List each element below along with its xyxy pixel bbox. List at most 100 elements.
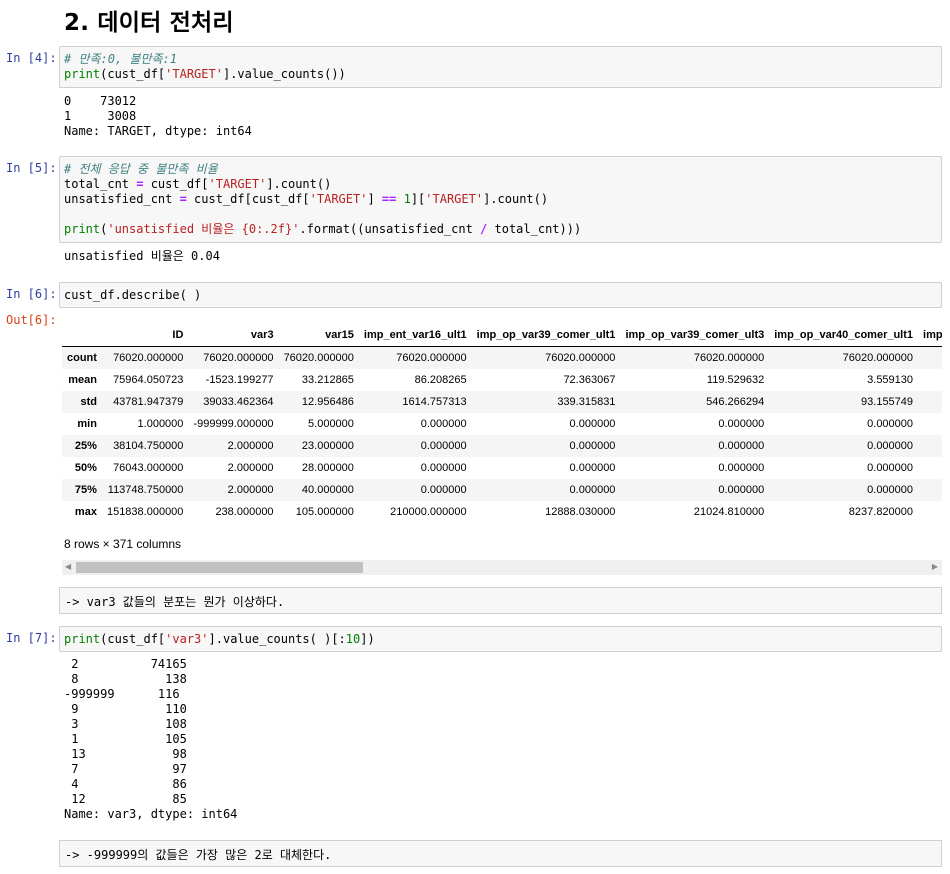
table-header: imp_ (918, 324, 942, 347)
table-header (62, 324, 102, 347)
arrow-right-icon[interactable]: ▶ (932, 562, 938, 571)
table-cell: 76043.000000 (113, 462, 184, 474)
table-cell: 113748.750000 (107, 484, 184, 496)
table-cell: 86.208265 (414, 374, 467, 386)
table-header: imp_ent_var16_ult1 (358, 324, 472, 347)
table-header: ID (101, 324, 189, 347)
output-line: 13 98 (64, 747, 187, 761)
output-line: 3 108 (64, 717, 187, 731)
markdown-cell[interactable]: -> var3 값들의 분포는 뭔가 이상하다. (59, 587, 942, 614)
table-cell: 1.000000 (137, 418, 184, 430)
scrollbar-thumb[interactable] (76, 562, 363, 573)
table-cell: 546.266294 (706, 396, 765, 408)
table-row: min 1.000000 -999999.000000 5.000000 0.00000… (62, 413, 942, 435)
describe-table: ID var3 var15 imp_ent_var16_ult1 imp_op_… (62, 324, 942, 523)
table-cell: 3.559130 (867, 374, 914, 386)
table-cell: 119.529632 (706, 374, 765, 386)
table-cell: 5.000000 (308, 418, 354, 430)
code-line: print(cust_df['var3'].value_counts( )[:1… (64, 632, 375, 646)
describe-table-wrapper: ID var3 var15 imp_ent_var16_ult1 imp_op_… (62, 324, 942, 524)
table-cell: 0.000000 (420, 484, 467, 496)
table-cell: 0.000000 (569, 462, 616, 474)
table-cell: 0.000000 (420, 462, 467, 474)
table-cell (918, 413, 942, 435)
table-cell: 93.155749 (861, 396, 914, 408)
table-cell: 1614.757313 (402, 396, 467, 408)
table-header: imp_op_var39_comer_ult3 (620, 324, 770, 347)
horizontal-scrollbar[interactable]: ◀ ▶ (62, 560, 942, 575)
table-cell: 40.000000 (301, 484, 354, 496)
table-cell: 28.000000 (301, 462, 354, 474)
code-cell-4[interactable]: # 만족:0, 불만족:1 print(cust_df['TARGET'].va… (59, 46, 942, 88)
row-label: 75% (74, 484, 97, 496)
table-row: max 151838.000000 238.000000 105.000000 2100… (62, 501, 942, 523)
output-line: 4 86 (64, 777, 187, 791)
table-header: var15 (278, 324, 359, 347)
table-row: count 76020.000000 76020.000000 76020.00000… (62, 346, 942, 369)
out-prompt-6: Out[6]: (6, 313, 57, 327)
output-line: 2 74165 (64, 657, 187, 671)
cell-prompt-6: In [6]: (6, 287, 57, 301)
code-line: print(cust_df['TARGET'].value_counts()) (64, 67, 346, 81)
output-line: 7 97 (64, 762, 187, 776)
table-cell: 12888.030000 (545, 506, 616, 518)
table-cell: -1523.199277 (205, 374, 274, 386)
table-cell (918, 501, 942, 523)
code-cell-7[interactable]: print(cust_df['var3'].value_counts( )[:1… (59, 626, 942, 652)
cell-output-7: 2 74165 8 138 -999999 116 9 110 3 108 1 1… (64, 657, 237, 822)
cell-output-4: 0 73012 1 3008 Name: TARGET, dtype: int64 (64, 94, 252, 139)
table-cell (918, 457, 942, 479)
table-header: imp_op_var39_comer_ult1 (471, 324, 621, 347)
table-row: 25% 38104.750000 2.000000 23.000000 0.000000… (62, 435, 942, 457)
table-header-row: ID var3 var15 imp_ent_var16_ult1 imp_op_… (62, 324, 942, 347)
code-comment: # 만족:0, 불만족:1 (64, 52, 177, 66)
table-cell: 0.000000 (718, 484, 765, 496)
table-cell: 0.000000 (569, 484, 616, 496)
code-line: print('unsatisfied 비율은 {0:.2f}'.format((… (64, 222, 582, 236)
table-cell: 76020.000000 (693, 352, 765, 364)
code-cell-5[interactable]: # 전체 응답 중 불만족 비율 total_cnt = cust_df['TA… (59, 156, 942, 243)
output-line: 8 138 (64, 672, 187, 686)
row-label: max (74, 506, 97, 518)
output-line: 1 105 (64, 732, 187, 746)
table-cell: 339.315831 (557, 396, 616, 408)
code-comment: # 전체 응답 중 불만족 비율 (64, 162, 218, 176)
table-row: mean 75964.050723 -1523.199277 33.212865 86.… (62, 369, 942, 391)
table-cell: 0.000000 (420, 418, 467, 430)
output-line: 9 110 (64, 702, 187, 716)
markdown-cell[interactable]: -> -999999의 값들은 가장 많은 2로 대체한다. (59, 840, 942, 867)
table-cell: 0.000000 (867, 462, 914, 474)
table-row: std 43781.947379 39033.462364 12.956486 1614… (62, 391, 942, 413)
table-cell (918, 391, 942, 413)
cell-output-5: unsatisfied 비율은 0.04 (64, 249, 220, 263)
output-line: 12 85 (64, 792, 187, 806)
table-cell: 238.000000 (215, 506, 274, 518)
table-cell: 33.212865 (301, 374, 354, 386)
table-cell: 0.000000 (718, 418, 765, 430)
code-cell-6[interactable]: cust_df.describe( ) (59, 282, 942, 308)
table-cell: 76020.000000 (545, 352, 616, 364)
table-cell: 0.000000 (569, 418, 616, 430)
cell-prompt-7: In [7]: (6, 631, 57, 645)
row-label: min (77, 418, 97, 430)
table-header: var3 (188, 324, 279, 347)
table-cell (918, 479, 942, 501)
cell-prompt-5: In [5]: (6, 161, 57, 175)
table-row: 50% 76043.000000 2.000000 28.000000 0.000000… (62, 457, 942, 479)
section-heading: 2. 데이터 전처리 (64, 10, 234, 36)
table-cell: 0.000000 (867, 440, 914, 452)
code-line: unsatisfied_cnt = cust_df[cust_df['TARGE… (64, 192, 549, 206)
table-cell: 76020.000000 (396, 352, 467, 364)
table-cell (918, 435, 942, 457)
table-cell: 2.000000 (227, 462, 274, 474)
table-cell: 76020.000000 (283, 352, 354, 364)
table-cell: 39033.462364 (203, 396, 274, 408)
table-cell: 38104.750000 (113, 440, 184, 452)
arrow-left-icon[interactable]: ◀ (65, 562, 71, 571)
table-cell (918, 369, 942, 391)
table-cell: 0.000000 (718, 440, 765, 452)
row-label: count (67, 352, 97, 364)
row-label: mean (68, 374, 97, 386)
table-cell: -999999.000000 (193, 418, 274, 430)
